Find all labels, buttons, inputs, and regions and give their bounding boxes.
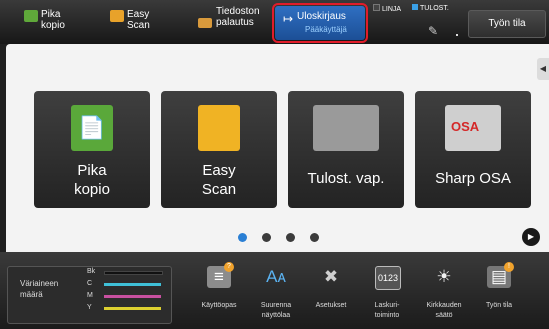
alert-badge-icon: ! — [504, 262, 514, 272]
toner-color-name: M — [87, 292, 93, 299]
tile-label: Pika kopio — [74, 162, 110, 198]
copy-icon — [24, 10, 38, 22]
printer-release-icon — [313, 105, 379, 151]
bottom-bar: Väriaineen määrä Bk C M Y ≡ ? Käyttöopas… — [0, 252, 549, 329]
logout-label: Uloskirjaus — [297, 11, 346, 22]
toner-bar-magenta — [104, 295, 161, 298]
page-dot-3[interactable] — [286, 233, 295, 242]
copy-icon — [71, 105, 113, 151]
shortcut-label: Pika kopio — [41, 9, 65, 31]
home-screen: ◀ Pika kopio Easy Scan Tulost. vap. OSA … — [6, 44, 549, 252]
scanner-icon — [110, 10, 124, 22]
top-bar: Pika kopio Easy Scan Tiedoston palautus … — [0, 0, 549, 44]
manual-label: Käyttöopas — [201, 302, 237, 309]
help-badge-icon: ? — [224, 262, 234, 272]
settings-tools-icon: ✖ — [323, 267, 339, 286]
status-line-label: LINJA — [382, 6, 402, 13]
brightness-icon: ☀ — [436, 267, 452, 286]
manual-button[interactable]: ≡ ? Käyttöopas — [188, 260, 250, 326]
job-status-label: Työn tila — [485, 302, 513, 309]
toner-row-black: Bk — [87, 268, 163, 275]
counter-icon: 0123 — [375, 266, 401, 290]
shortcut-easy-scan[interactable]: Easy Scan — [110, 0, 180, 44]
logout-icon: ↦ — [283, 12, 294, 26]
toner-color-name: C — [87, 280, 93, 287]
dropdown-dot-icon — [456, 34, 458, 36]
osa-logo-text: OSA — [451, 119, 480, 134]
toner-label: Väriaineen määrä — [20, 279, 59, 299]
toner-color-name: Y — [87, 304, 92, 311]
tile-print-release[interactable]: Tulost. vap. — [288, 91, 404, 208]
collapse-arrow-icon[interactable]: ◀ — [537, 58, 549, 80]
shortcut-pika-kopio[interactable]: Pika kopio — [24, 0, 94, 44]
toner-row-yellow: Y — [87, 304, 161, 311]
settings-label: Asetukset — [315, 302, 347, 309]
toner-bar-yellow — [104, 307, 161, 310]
shortcut-label: Easy Scan — [127, 9, 150, 31]
toner-row-magenta: M — [87, 292, 161, 299]
enlarge-display-button[interactable]: Aᴀ Suurenna näyttölaa — [245, 260, 307, 326]
counter-button[interactable]: 0123 Laskuri- toiminto — [356, 260, 418, 326]
logout-user-role: Pääkäyttäjä — [305, 25, 347, 34]
status-line-indicator: LINJA — [373, 4, 401, 13]
counter-label: Laskuri- toiminto — [374, 302, 400, 319]
print-status-icon — [412, 4, 418, 10]
logout-button[interactable]: ↦ Uloskirjaus Pääkäyttäjä — [272, 3, 368, 43]
enlarge-display-icon: Aᴀ — [266, 267, 286, 286]
page-dot-4[interactable] — [310, 233, 319, 242]
shortcut-file-retrieve[interactable]: Tiedoston palautus — [198, 0, 278, 44]
tile-sharp-osa[interactable]: OSA Sharp OSA — [415, 91, 531, 208]
toner-color-name: Bk — [87, 268, 96, 275]
tile-label: Easy Scan — [201, 162, 237, 198]
brightness-label: Kirkkauden säätö — [426, 302, 462, 319]
toner-bar-black — [104, 271, 163, 275]
brightness-button[interactable]: ☀ Kirkkauden säätö — [413, 260, 475, 326]
toner-row-cyan: C — [87, 280, 161, 287]
pen-icon[interactable]: ✎ — [428, 24, 438, 38]
shortcut-label: Tiedoston palautus — [216, 6, 260, 28]
tile-easy-scan[interactable]: Easy Scan — [161, 91, 277, 208]
page-dot-1[interactable] — [238, 233, 247, 242]
job-status-button[interactable]: Työn tila — [468, 10, 546, 38]
tile-pika-kopio[interactable]: Pika kopio — [34, 91, 150, 208]
folder-icon — [198, 18, 212, 28]
page-dot-2[interactable] — [262, 233, 271, 242]
enlarge-display-label: Suurenna näyttölaa — [260, 302, 292, 319]
toner-level-panel: Väriaineen määrä Bk C M Y — [7, 266, 172, 324]
status-print-indicator: TULOST. — [412, 4, 449, 12]
settings-button[interactable]: ✖ Asetukset — [300, 260, 362, 326]
job-status-bottom-button[interactable]: ▤ ! Työn tila — [468, 260, 530, 326]
status-print-label: TULOST. — [420, 5, 449, 12]
tile-label: Sharp OSA — [435, 170, 511, 187]
scanner-icon — [198, 105, 240, 151]
line-status-icon — [373, 4, 380, 11]
tile-label: Tulost. vap. — [307, 170, 385, 187]
toner-bar-cyan — [104, 283, 161, 286]
play-arrow-icon[interactable]: ▶ — [522, 228, 540, 246]
